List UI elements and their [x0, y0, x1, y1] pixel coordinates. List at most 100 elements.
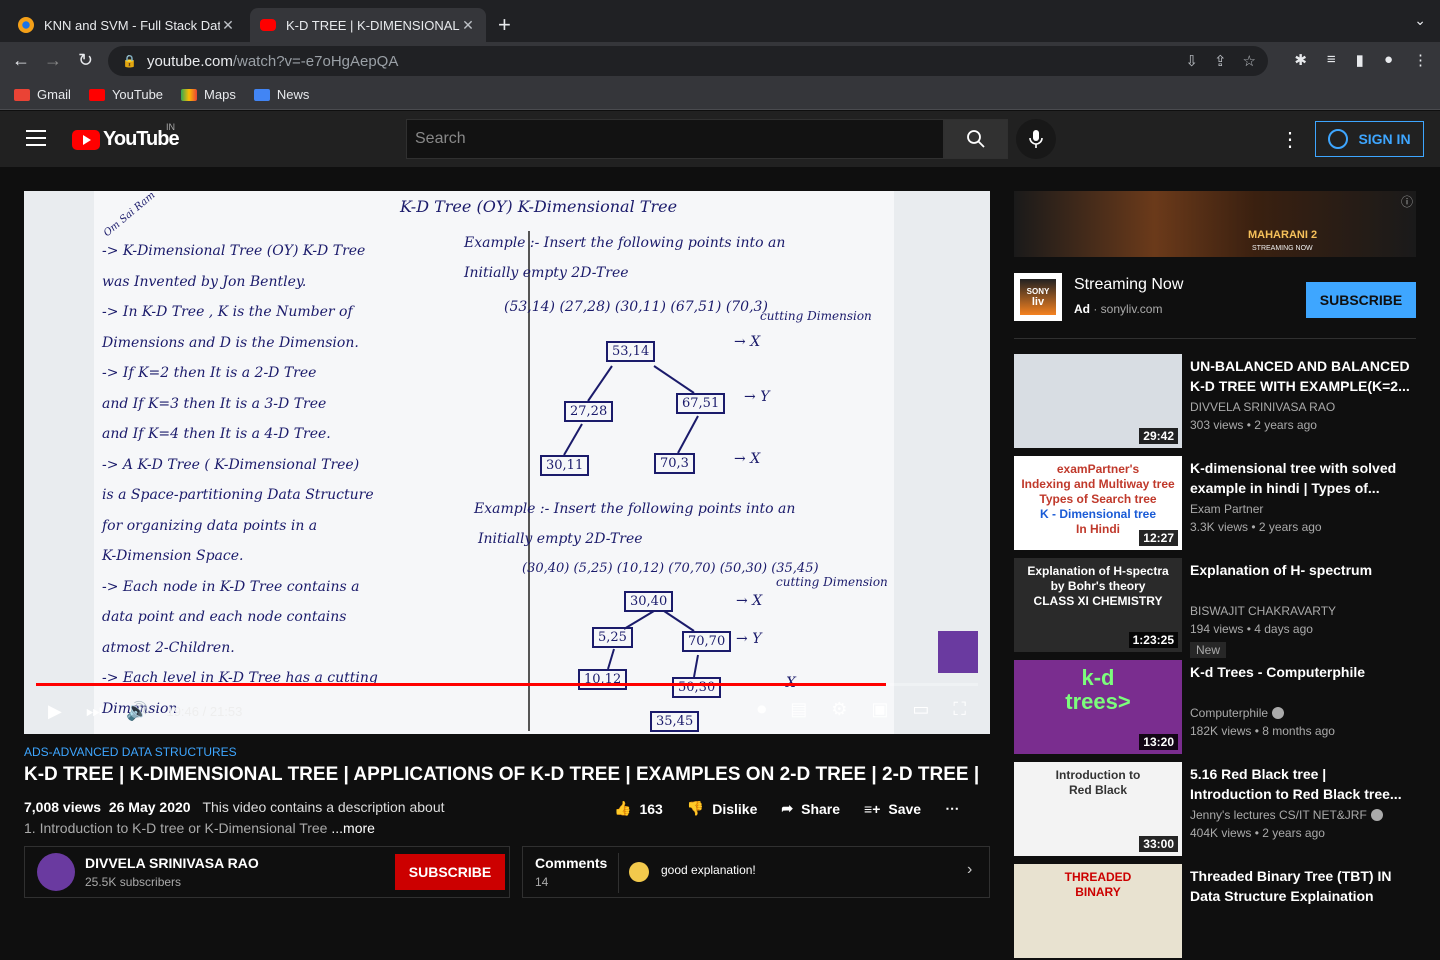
example2-line2: Initially empty 2D-Tree: [478, 531, 643, 547]
forward-icon[interactable]: →: [44, 50, 62, 71]
ad-title[interactable]: Streaming Now: [1074, 276, 1183, 294]
fullscreen-icon[interactable]: ⛶: [953, 699, 966, 720]
recommended-title[interactable]: Explanation of H- spectrum: [1190, 560, 1410, 580]
thumbs-down-icon: 👎: [686, 800, 705, 816]
search-input[interactable]: Search: [406, 119, 944, 159]
bookmark-maps[interactable]: Maps: [181, 87, 236, 102]
play-icon[interactable]: ▶: [48, 701, 62, 722]
video-actions: 👍 163 👎 Dislike ➦ Share ≡+ Save ⋯: [614, 800, 959, 817]
tab-title: KNN and SVM - Full Stack Data: [44, 17, 220, 33]
subscribe-button[interactable]: SUBSCRIBE: [395, 854, 505, 890]
video-thumbnail[interactable]: THREADED BINARY: [1014, 864, 1182, 958]
captions-icon[interactable]: ▤: [790, 699, 807, 720]
thumbnail-text: by Bohr's theory: [1050, 579, 1146, 593]
volume-icon[interactable]: 🔊: [126, 701, 148, 722]
more-link[interactable]: ...more: [331, 820, 375, 836]
chevron-right-icon[interactable]: ›: [967, 861, 972, 879]
category-link[interactable]: ADS-ADVANCED DATA STRUCTURES: [24, 745, 237, 759]
ad-banner-title: MAHARANI 2: [1248, 229, 1318, 241]
recommended-video[interactable]: Introduction to Red Black 33:00 5.16 Red …: [1014, 762, 1416, 858]
sign-in-button[interactable]: SIGN IN: [1315, 121, 1424, 157]
channel-name[interactable]: DIVVELA SRINIVASA RAO: [85, 855, 259, 871]
recommended-channel: DIVVELA SRINIVASA RAO: [1190, 400, 1335, 414]
progress-bar[interactable]: [36, 683, 978, 686]
bookmark-youtube[interactable]: YouTube: [88, 87, 163, 102]
share-button[interactable]: ➦ Share: [781, 800, 840, 817]
back-icon[interactable]: ←: [12, 50, 30, 71]
microphone-icon: [1029, 130, 1043, 148]
more-actions-icon[interactable]: ⋯: [945, 800, 959, 817]
ad-info-icon[interactable]: ⓘ: [1401, 193, 1413, 210]
commenter-avatar: [629, 862, 649, 882]
recommended-meta: 3.3K views • 2 years ago: [1190, 520, 1322, 534]
comments-teaser[interactable]: Comments 14 good explanation! ›: [522, 846, 990, 898]
profile-icon[interactable]: ●: [1384, 51, 1393, 69]
example2-line1: Example :- Insert the following points i…: [474, 501, 796, 517]
recommended-title[interactable]: K-d Trees - Computerphile: [1190, 662, 1410, 682]
settings-gear-icon[interactable]: ⚙: [831, 699, 847, 720]
player-controls: ▶ ⏭ 🔊 19:46 / 21:53 ⏺ ▤ ⚙ ▣ ▭ ⛶: [24, 691, 990, 731]
thumbnail-text: examPartner's: [1056, 462, 1140, 476]
media-control-icon[interactable]: ≡: [1327, 51, 1336, 69]
reload-icon[interactable]: ↻: [78, 50, 93, 71]
recommended-meta: 404K views • 2 years ago: [1190, 826, 1325, 840]
cutting-dimension-label-2: cutting Dimension: [776, 575, 888, 589]
recommended-title[interactable]: UN-BALANCED AND BALANCED K-D TREE WITH E…: [1190, 356, 1410, 396]
share-page-icon[interactable]: ⇪: [1214, 52, 1227, 70]
video-player[interactable]: K-D Tree (OY) K-Dimensional Tree Om Sai …: [24, 191, 990, 734]
recommended-video[interactable]: k-d trees> 13:20 K-d Trees - Computerphil…: [1014, 660, 1416, 756]
tab-close-icon[interactable]: ✕: [460, 17, 476, 34]
dislike-label: Dislike: [712, 800, 758, 817]
install-app-icon[interactable]: ⇩: [1185, 52, 1198, 70]
maps-icon: [181, 88, 198, 101]
recommended-video[interactable]: Explanation of H-spectra by Bohr's theory…: [1014, 558, 1416, 658]
tab-close-icon[interactable]: ✕: [220, 17, 236, 34]
settings-kebab-icon[interactable]: ⋮: [1280, 127, 1300, 152]
search-button[interactable]: [944, 119, 1008, 159]
time-display: 19:46 / 21:53: [166, 703, 243, 719]
dislike-button[interactable]: 👎 Dislike: [687, 800, 758, 817]
like-button[interactable]: 👍 163: [614, 800, 663, 817]
next-icon[interactable]: ⏭: [86, 701, 102, 722]
extensions-icon[interactable]: ✱: [1294, 51, 1307, 69]
bookmark-news[interactable]: News: [253, 87, 309, 102]
tab-favicon-icon: [18, 17, 34, 33]
tab-search-chevron-icon[interactable]: ⌄: [1414, 12, 1426, 29]
sonyliv-logo[interactable]: SONY liv: [1014, 273, 1062, 321]
channel-avatar[interactable]: [37, 853, 75, 891]
channel-box: DIVVELA SRINIVASA RAO 25.5K subscribers …: [24, 846, 510, 898]
video-thumbnail[interactable]: examPartner's Indexing and Multiway tree T…: [1014, 456, 1182, 550]
thumbnail-text: K - Dimensional tree: [1039, 507, 1157, 521]
recommended-video[interactable]: THREADED BINARY Threaded Binary Tree (TBT…: [1014, 864, 1416, 960]
video-thumbnail[interactable]: 29:42: [1014, 354, 1182, 448]
ad-subscribe-button[interactable]: SUBSCRIBE: [1306, 282, 1416, 318]
video-thumbnail[interactable]: Introduction to Red Black 33:00: [1014, 762, 1182, 856]
menu-icon[interactable]: [26, 130, 46, 151]
recommended-video[interactable]: examPartner's Indexing and Multiway tree T…: [1014, 456, 1416, 552]
video-thumbnail[interactable]: Explanation of H-spectra by Bohr's theory…: [1014, 558, 1182, 652]
video-thumbnail[interactable]: k-d trees> 13:20: [1014, 660, 1182, 754]
country-code: IN: [166, 122, 175, 132]
new-tab-icon[interactable]: +: [498, 12, 511, 38]
upload-date: 26 May 2020: [108, 799, 191, 815]
save-button[interactable]: ≡+ Save: [864, 801, 921, 817]
recommended-title[interactable]: K-dimensional tree with solved example i…: [1190, 458, 1410, 498]
bookmark-star-icon[interactable]: ☆: [1243, 52, 1256, 70]
theater-mode-icon[interactable]: ▭: [912, 699, 929, 720]
side-panel-icon[interactable]: ▮: [1356, 51, 1364, 69]
miniplayer-icon[interactable]: ▣: [871, 699, 888, 720]
youtube-logo[interactable]: YouTube IN: [72, 122, 180, 151]
browser-tab-kdtree[interactable]: K-D TREE | K-DIMENSIONAL TI ✕: [250, 8, 486, 42]
lock-icon: 🔒: [122, 54, 137, 68]
browser-menu-icon[interactable]: ⋮: [1413, 51, 1428, 69]
address-bar[interactable]: 🔒 youtube.com/watch?v=-e7oHgAepQA ⇩ ⇪ ☆: [108, 46, 1268, 76]
recommended-title[interactable]: 5.16 Red Black tree | Introduction to Re…: [1190, 764, 1410, 804]
bookmark-gmail[interactable]: Gmail: [14, 87, 71, 102]
browser-tab-knn[interactable]: KNN and SVM - Full Stack Data ✕: [8, 8, 246, 42]
thumbnail-text: k-d: [1081, 665, 1115, 690]
ad-banner[interactable]: MAHARANI 2 STREAMING NOW: [1014, 191, 1416, 257]
recommended-video[interactable]: 29:42 UN-BALANCED AND BALANCED K-D TREE …: [1014, 354, 1416, 450]
autoplay-toggle-icon[interactable]: ⏺: [757, 699, 766, 720]
voice-search-button[interactable]: [1016, 119, 1056, 159]
recommended-title[interactable]: Threaded Binary Tree (TBT) IN Data Struc…: [1190, 866, 1410, 906]
